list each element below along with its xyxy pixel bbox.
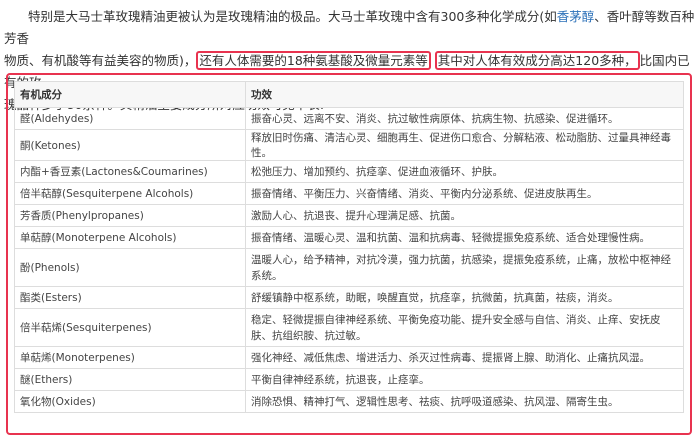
citronellol-link[interactable]: 香茅醇 [557, 9, 595, 24]
table-row: 氧化物(Oxides) 消除恐惧、精神打气、逻辑性思考、祛痰、抗呼吸道感染、抗风… [14, 390, 684, 413]
effect-cell: 温暖人心，给予精神，对抗冷漠，强力抗菌，抗感染，提振免疫系统，止痛，放松中枢神经… [245, 248, 684, 287]
ingredient-cell: 倍半萜烯(Sesquiterpenes) [14, 308, 246, 347]
table-row: 单萜醇(Monoterpene Alcohols) 振奋情绪、温暖心灵、温和抗菌… [14, 226, 684, 249]
table-row: 酯类(Esters) 舒缓镇静中枢系统，助眠，唤醒直觉，抗痉挛，抗微菌，抗真菌，… [14, 286, 684, 309]
table-row: 酮(Ketones) 释放旧时伤痛、清洁心灵、细胞再生、促进伤口愈合、分解粘液、… [14, 129, 684, 161]
table-row: 芳香质(Phenylpropanes) 激励人心、抗退丧、提升心理满足感、抗菌。 [14, 204, 684, 227]
effect-cell: 舒缓镇静中枢系统，助眠，唤醒直觉，抗痉挛，抗微菌，抗真菌，祛痰，消炎。 [245, 286, 684, 309]
effect-cell: 振奋情绪、温暖心灵、温和抗菌、温和抗病毒、轻微提振免疫系统、适合处理慢性病。 [245, 226, 684, 249]
ingredient-cell: 内酯+香豆素(Lactones&Coumarines) [14, 160, 246, 183]
ingredient-cell: 倍半萜醇(Sesquiterpene Alcohols) [14, 182, 246, 205]
ingredient-cell: 芳香质(Phenylpropanes) [14, 204, 246, 227]
intro-text-2a: 物质、有机酸等有益美容的物质)， [4, 53, 197, 68]
table-row: 单萜烯(Monoterpenes) 强化神经、减低焦虑、增进活力、杀灭过性病毒、… [14, 346, 684, 369]
highlight-amino-acids: 还有人体需要的18种氨基酸及微量元素等 [196, 51, 431, 70]
effect-cell: 振奋情绪、平衡压力、兴奋情绪、消炎、平衡内分泌系统、促进皮肤再生。 [245, 182, 684, 205]
ingredient-cell: 单萜烯(Monoterpenes) [14, 346, 246, 369]
ingredient-cell: 醛(Aldehydes) [14, 107, 246, 130]
ingredients-table: 有机成分 功效 醛(Aldehydes) 振奋心灵、远离不安、消炎、抗过敏性病原… [14, 81, 684, 413]
effect-cell: 稳定、轻微提振自律神经系统、平衡免疫功能、提升安全感与自信、消炎、止痒、安抚皮肤… [245, 308, 684, 347]
effect-cell: 强化神经、减低焦虑、增进活力、杀灭过性病毒、提振肾上腺、助消化、止痛抗风湿。 [245, 346, 684, 369]
table-row: 倍半萜醇(Sesquiterpene Alcohols) 振奋情绪、平衡压力、兴… [14, 182, 684, 205]
effect-cell: 振奋心灵、远离不安、消炎、抗过敏性病原体、抗病生物、抗感染、促进循环。 [245, 107, 684, 130]
table-row: 醛(Aldehydes) 振奋心灵、远离不安、消炎、抗过敏性病原体、抗病生物、抗… [14, 107, 684, 130]
header-ingredient: 有机成分 [14, 81, 246, 108]
effect-cell: 平衡自律神经系统，抗退丧，止痉挛。 [245, 368, 684, 391]
table-row: 倍半萜烯(Sesquiterpenes) 稳定、轻微提振自律神经系统、平衡免疫功… [14, 308, 684, 347]
effect-cell: 消除恐惧、精神打气、逻辑性思考、祛痰、抗呼吸道感染、抗风湿、隔寄生虫。 [245, 390, 684, 413]
table-row: 酚(Phenols) 温暖人心，给予精神，对抗冷漠，强力抗菌，抗感染，提振免疫系… [14, 248, 684, 287]
table-header-row: 有机成分 功效 [14, 81, 684, 108]
effect-cell: 激励人心、抗退丧、提升心理满足感、抗菌。 [245, 204, 684, 227]
highlight-table-frame: 有机成分 功效 醛(Aldehydes) 振奋心灵、远离不安、消炎、抗过敏性病原… [6, 73, 692, 435]
intro-line-1: 特别是大马士革玫瑰精油更被认为是玫瑰精油的极品。大马士革玫瑰中含有300多种化学… [4, 6, 696, 50]
effect-cell: 释放旧时伤痛、清洁心灵、细胞再生、促进伤口愈合、分解粘液、松动脂肪、过量具神经毒… [245, 129, 684, 161]
ingredient-cell: 酮(Ketones) [14, 129, 246, 161]
ingredient-cell: 酚(Phenols) [14, 248, 246, 287]
highlight-active-ingredients: 其中对人体有效成分高达120多种， [434, 51, 640, 70]
intro-text-1a: 特别是大马士革玫瑰精油更被认为是玫瑰精油的极品。大马士革玫瑰中含有300多种化学… [28, 9, 557, 24]
ingredient-cell: 酯类(Esters) [14, 286, 246, 309]
ingredient-cell: 醚(Ethers) [14, 368, 246, 391]
ingredient-cell: 单萜醇(Monoterpene Alcohols) [14, 226, 246, 249]
table-row: 醚(Ethers) 平衡自律神经系统，抗退丧，止痉挛。 [14, 368, 684, 391]
header-effect: 功效 [245, 81, 684, 108]
effect-cell: 松弛压力、增加预约、抗痉挛、促进血液循环、护肤。 [245, 160, 684, 183]
ingredient-cell: 氧化物(Oxides) [14, 390, 246, 413]
table-row: 内酯+香豆素(Lactones&Coumarines) 松弛压力、增加预约、抗痉… [14, 160, 684, 183]
